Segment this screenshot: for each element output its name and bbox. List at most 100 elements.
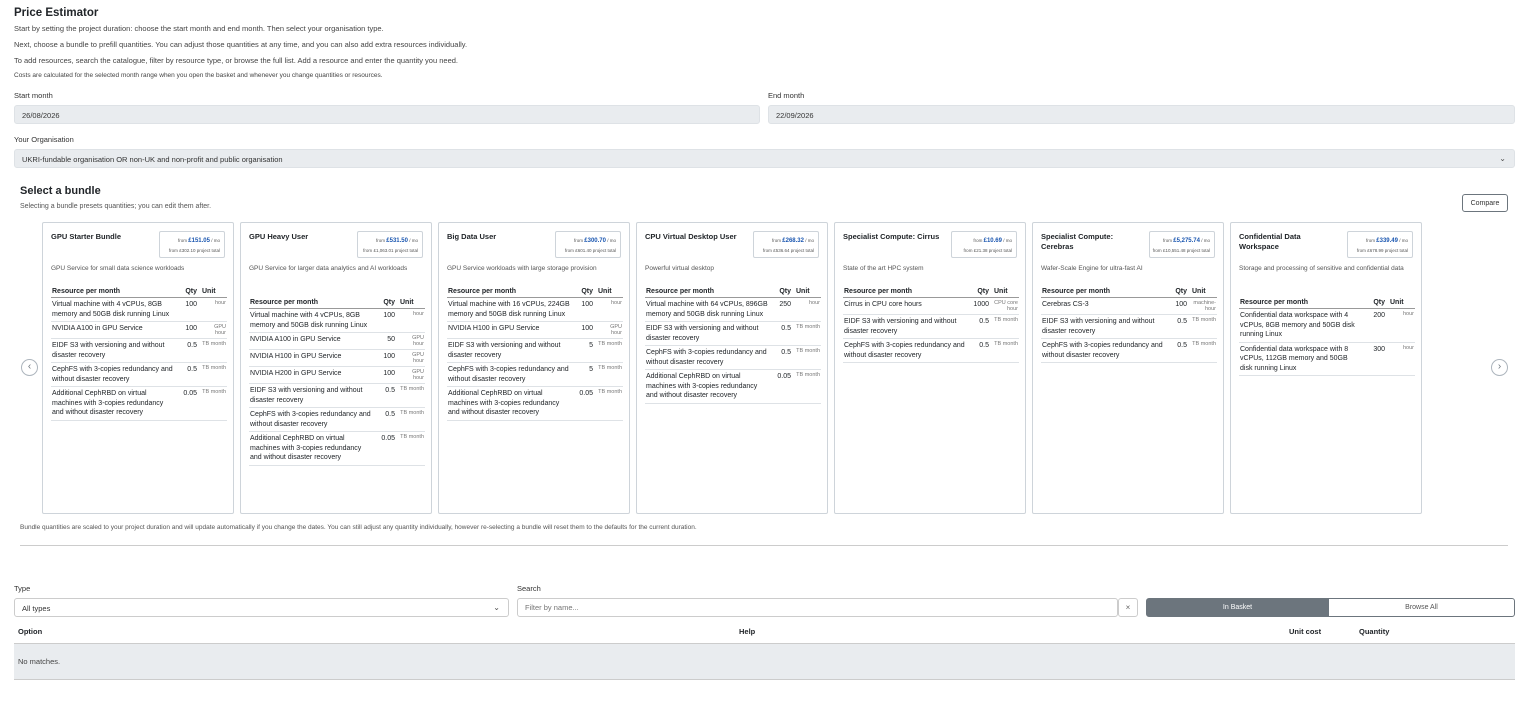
resource-row: CephFS with 3-copies redundancy and with… [645,345,821,370]
type-select[interactable]: All types ⌄ [14,598,509,617]
price-per-month: / mo [211,238,220,243]
bundle-card[interactable]: Specialist Compute: Cerebras from £5,275… [1032,222,1224,514]
resource-unit: TB month [399,407,425,432]
resource-name: Additional CephRBD on virtual machines w… [51,386,175,421]
clear-search-button[interactable]: × [1118,598,1138,617]
section-divider [20,545,1508,546]
end-month-label: End month [768,91,805,100]
resource-row: EIDF S3 with versioning and without disa… [1041,314,1217,339]
resource-name: Additional CephRBD on virtual machines w… [249,431,373,466]
resource-row: Virtual machine with 4 vCPUs, 8GB memory… [51,297,227,322]
bundle-name: GPU Starter Bundle [51,232,122,241]
resource-qty: 100 [571,297,597,322]
bundle-price-badge: from £268.32 / mo from £536.64 project t… [753,231,819,258]
bundle-name: CPU Virtual Desktop User [645,232,737,241]
search-input[interactable] [517,598,1118,617]
col-qty: Qty [1363,297,1389,309]
resource-unit: TB month [795,345,821,370]
price-total-label: project total [1186,248,1210,253]
organisation-select[interactable]: UKRI-fundable organisation OR non-UK and… [14,149,1515,168]
price-from: from [1366,238,1375,243]
bundle-card[interactable]: GPU Starter Bundle from £151.05 / mo fro… [42,222,234,514]
resource-row: Confidential data workspace with 8 vCPUs… [1239,342,1415,376]
price-total: £302.10 [179,248,196,253]
bundle-description: GPU Service workloads with large storage… [447,265,597,272]
resource-qty: 0.5 [373,383,399,408]
bundle-description: Wafer-Scale Engine for ultra-fast AI [1041,265,1143,272]
resource-qty: 0.5 [769,321,795,346]
resource-row: NVIDIA A100 in GPU Service 50 GPU hour [249,332,425,350]
page-title: Price Estimator [14,7,99,19]
col-help: Help [739,627,756,636]
resource-name: Virtual machine with 64 vCPUs, 896GB mem… [645,297,769,322]
col-resource: Resource per month [645,286,769,298]
start-month-field[interactable]: 26/08/2026 [14,105,760,124]
col-resource: Resource per month [1239,297,1363,309]
resource-unit: TB month [399,431,425,466]
resource-unit: hour [1389,308,1415,343]
toggle-in-basket[interactable]: In Basket [1146,598,1329,617]
price-total-label: project total [196,248,220,253]
start-month-label: Start month [14,91,53,100]
type-label: Type [14,584,31,593]
resource-name: EIDF S3 with versioning and without disa… [51,338,175,363]
resource-name: CephFS with 3-copies redundancy and with… [645,345,769,370]
resource-row: CephFS with 3-copies redundancy and with… [447,362,623,387]
price-from: from [1356,248,1366,253]
bundle-card[interactable]: Confidential Data Workspace from £339.49… [1230,222,1422,514]
resource-qty: 5 [571,338,597,363]
resource-qty: 5 [571,362,597,387]
bundle-card[interactable]: Specialist Compute: Cirrus from £10.69 /… [834,222,1026,514]
resource-name: NVIDIA A100 in GPU Service [51,321,175,339]
compare-button[interactable]: Compare [1462,194,1508,212]
col-unit: Unit [597,286,623,298]
resource-row: Virtual machine with 16 vCPUs, 224GB mem… [447,297,623,322]
price-total-label: project total [790,248,814,253]
resource-qty: 0.5 [1165,314,1191,339]
bundle-card[interactable]: Big Data User from £300.70 / mo from £60… [438,222,630,514]
resource-row: NVIDIA H100 in GPU Service 100 GPU hour [447,321,623,339]
price-monthly: £300.70 [584,238,606,244]
col-unit: Unit [201,286,227,298]
bundle-card[interactable]: GPU Heavy User from £531.50 / mo from £1… [240,222,432,514]
end-month-field[interactable]: 22/09/2026 [768,105,1515,124]
bundle-price-badge: from £10.69 / mo from £21.38 project tot… [951,231,1017,258]
bundle-description: Storage and processing of sensitive and … [1239,265,1404,272]
resource-qty: 0.5 [175,338,201,363]
price-total-label: project total [394,248,418,253]
bundle-card[interactable]: CPU Virtual Desktop User from £268.32 / … [636,222,828,514]
price-from: from [762,248,772,253]
resource-name: Additional CephRBD on virtual machines w… [447,386,571,421]
resource-name: NVIDIA H100 in GPU Service [447,321,571,339]
col-unit: Unit [795,286,821,298]
col-resource: Resource per month [1041,286,1165,298]
resource-row: Additional CephRBD on virtual machines w… [447,386,623,421]
bundle-name: Confidential Data Workspace [1239,232,1301,251]
resource-row: NVIDIA H100 in GPU Service 100 GPU hour [249,349,425,367]
bundle-price-badge: from £151.05 / mo from £302.10 project t… [159,231,225,258]
resource-name: CephFS with 3-copies redundancy and with… [447,362,571,387]
resource-name: CephFS with 3-copies redundancy and with… [249,407,373,432]
carousel-next-button[interactable]: › [1491,359,1508,376]
price-from: from [168,248,178,253]
carousel-prev-button[interactable]: ‹ [21,359,38,376]
search-label: Search [517,584,541,593]
price-total: £10,551.48 [1162,248,1186,253]
price-total-label: project total [988,248,1012,253]
bundle-name: Big Data User [447,232,497,241]
price-monthly: £339.49 [1376,238,1398,244]
resource-name: EIDF S3 with versioning and without disa… [1041,314,1165,339]
resource-name: EIDF S3 with versioning and without disa… [447,338,571,363]
resource-row: Cirrus in CPU core hours 1000 CPU core hou… [843,297,1019,315]
toggle-browse-all[interactable]: Browse All [1328,598,1515,617]
col-qty: Qty [571,286,597,298]
resource-name: Confidential data workspace with 4 vCPUs… [1239,308,1363,343]
bundle-section-title: Select a bundle [20,185,101,197]
resource-unit: TB month [201,386,227,421]
col-unit: Unit [993,286,1019,298]
resource-row: Virtual machine with 64 vCPUs, 896GB mem… [645,297,821,322]
resource-unit: TB month [201,362,227,387]
empty-results: No matches. [14,643,1515,680]
resource-qty: 0.5 [1165,338,1191,363]
price-monthly: £531.50 [386,238,408,244]
